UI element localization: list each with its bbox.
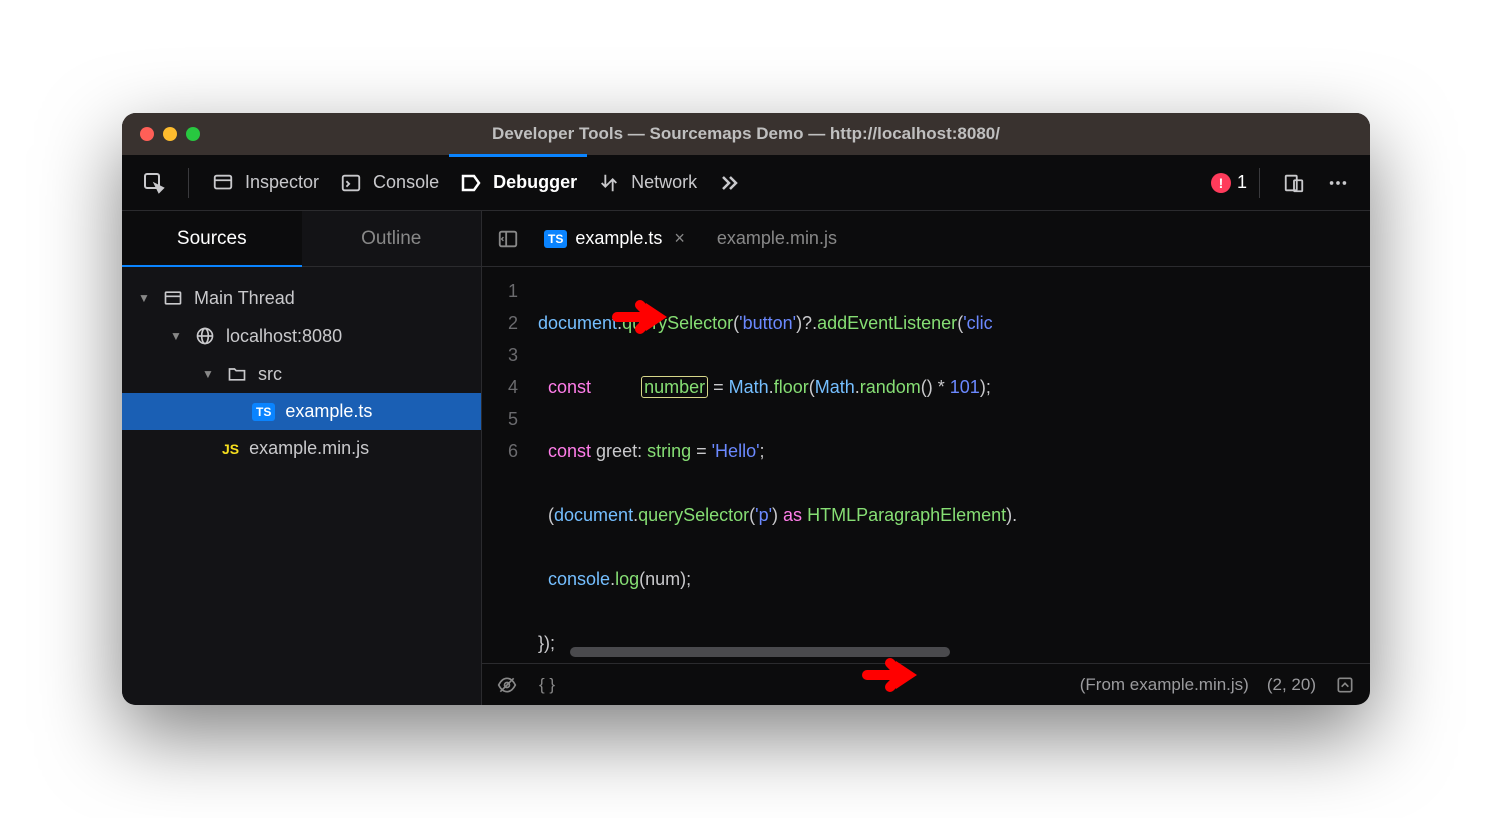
close-window-button[interactable] <box>140 127 154 141</box>
line-number: 5 <box>482 403 518 435</box>
debugger-icon <box>459 171 483 195</box>
toggle-panel-button[interactable] <box>490 221 526 257</box>
devtools-window: Developer Tools — Sourcemaps Demo — http… <box>122 113 1370 705</box>
ts-file-icon: TS <box>544 230 567 248</box>
editor-statusbar: { } (From example.min.js) (2, 20) <box>482 663 1370 705</box>
traffic-lights <box>140 127 200 141</box>
window-icon <box>162 287 184 309</box>
tree-file-example-min-js[interactable]: JS example.min.js <box>122 430 481 467</box>
minimize-window-button[interactable] <box>163 127 177 141</box>
tree-label: src <box>258 364 282 385</box>
devtools-toolbar: Inspector Console Debugger Network <box>122 155 1370 211</box>
code-content: document.querySelector('button')?.addEve… <box>530 267 1370 663</box>
tree-label: example.min.js <box>249 438 369 459</box>
tree-label: Main Thread <box>194 288 295 309</box>
jump-button[interactable] <box>1334 674 1356 696</box>
line-number: 2 <box>482 307 518 339</box>
pretty-print-button[interactable]: { } <box>536 674 558 696</box>
line-number: 6 <box>482 435 518 467</box>
pick-element-button[interactable] <box>132 155 176 211</box>
kebab-menu-button[interactable] <box>1316 155 1360 211</box>
tab-inspector[interactable]: Inspector <box>201 155 329 211</box>
network-icon <box>597 171 621 195</box>
error-count: 1 <box>1237 172 1247 193</box>
tree-folder[interactable]: ▼ src <box>122 355 481 393</box>
tree-host[interactable]: ▼ localhost:8080 <box>122 317 481 355</box>
tab-label: Console <box>373 172 439 193</box>
sidebar-tab-outline[interactable]: Outline <box>302 211 482 266</box>
editor-tabs: TS example.ts × example.min.js <box>482 211 1370 267</box>
chevrons-right-icon <box>717 171 741 195</box>
folder-icon <box>226 363 248 385</box>
window-title: Developer Tools — Sourcemaps Demo — http… <box>492 124 1000 144</box>
panel-icon <box>497 228 519 250</box>
blackbox-icon[interactable] <box>496 674 518 696</box>
sidebar-tabs: Sources Outline <box>122 211 481 267</box>
tab-label: Outline <box>361 228 421 250</box>
chevron-down-icon: ▼ <box>170 329 184 343</box>
gutter: 1 2 3 4 5 6 <box>482 267 530 663</box>
error-icon: ! <box>1211 173 1231 193</box>
cursor-position-label: (2, 20) <box>1267 675 1316 695</box>
tree-label: example.ts <box>285 401 372 422</box>
tree-file-example-ts[interactable]: TS example.ts <box>122 393 481 430</box>
more-icon <box>1326 171 1350 195</box>
toolbar-separator <box>188 168 189 198</box>
line-number: 4 <box>482 371 518 403</box>
close-tab-button[interactable]: × <box>674 228 685 249</box>
ts-file-icon: TS <box>252 403 275 421</box>
highlighted-type: number <box>641 376 708 398</box>
line-number: 3 <box>482 339 518 371</box>
chevron-down-icon: ▼ <box>138 291 152 305</box>
tab-label: Inspector <box>245 172 319 193</box>
toolbar-separator <box>1259 168 1260 198</box>
source-origin-label: (From example.min.js) <box>1080 675 1249 695</box>
line-number: 1 <box>482 275 518 307</box>
responsive-mode-button[interactable] <box>1272 155 1316 211</box>
tab-debugger[interactable]: Debugger <box>449 155 587 211</box>
globe-icon <box>194 325 216 347</box>
zoom-window-button[interactable] <box>186 127 200 141</box>
editor-tab-example-ts[interactable]: TS example.ts × <box>530 222 699 255</box>
chevron-down-icon: ▼ <box>202 367 216 381</box>
sidebar-tab-sources[interactable]: Sources <box>122 211 302 266</box>
code-editor[interactable]: 1 2 3 4 5 6 document.querySelector('butt… <box>482 267 1370 663</box>
titlebar: Developer Tools — Sourcemaps Demo — http… <box>122 113 1370 155</box>
tab-label: example.min.js <box>717 228 837 249</box>
tab-label: Sources <box>177 228 247 250</box>
sources-tree: ▼ Main Thread ▼ localhost:8080 ▼ src TS … <box>122 267 481 705</box>
sources-sidebar: Sources Outline ▼ Main Thread ▼ localhos… <box>122 211 482 705</box>
horizontal-scrollbar[interactable] <box>570 647 950 657</box>
inspector-icon <box>211 171 235 195</box>
tab-label: Network <box>631 172 697 193</box>
tab-network[interactable]: Network <box>587 155 707 211</box>
js-file-icon: JS <box>222 441 239 457</box>
error-count-badge[interactable]: ! 1 <box>1211 172 1247 193</box>
tab-console[interactable]: Console <box>329 155 449 211</box>
console-icon <box>339 171 363 195</box>
tab-label: example.ts <box>575 228 662 249</box>
devices-icon <box>1282 171 1306 195</box>
tree-label: localhost:8080 <box>226 326 342 347</box>
tree-main-thread[interactable]: ▼ Main Thread <box>122 279 481 317</box>
editor-tab-example-min-js[interactable]: example.min.js <box>703 222 851 255</box>
tab-label: Debugger <box>493 172 577 193</box>
more-tabs-button[interactable] <box>707 155 751 211</box>
editor-area: TS example.ts × example.min.js 1 2 3 4 5… <box>482 211 1370 705</box>
picker-icon <box>142 171 166 195</box>
